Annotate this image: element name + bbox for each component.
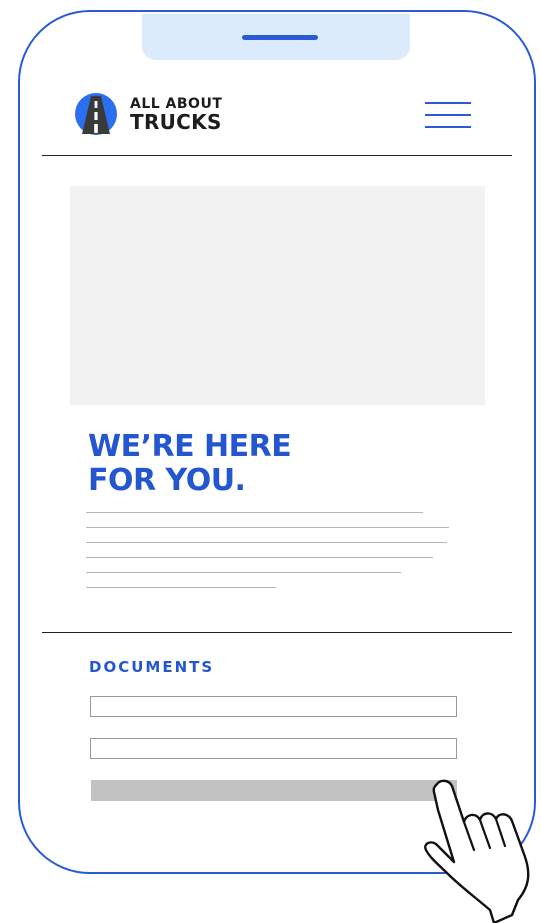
brand-name-bottom: TRUCKS <box>130 110 222 134</box>
body-text-line <box>86 572 401 573</box>
hero-image-placeholder <box>70 186 485 405</box>
body-text-line <box>86 587 276 588</box>
brand-logo[interactable]: ALL ABOUT TRUCKS <box>74 92 274 140</box>
notch-bar <box>242 35 318 40</box>
body-text-line <box>86 557 433 558</box>
document-field-2[interactable] <box>90 738 457 759</box>
documents-submit-button[interactable] <box>91 780 457 801</box>
menu-line <box>425 114 471 116</box>
body-text-line <box>86 527 449 528</box>
page-headline: WE’RE HERE FOR YOU. <box>88 430 388 498</box>
documents-heading: DOCUMENTS <box>89 658 215 676</box>
headline-line-2: FOR YOU. <box>88 463 246 498</box>
menu-line <box>425 102 471 104</box>
header-divider <box>42 155 512 156</box>
hand-pointer-icon <box>424 779 530 923</box>
menu-line <box>425 126 471 128</box>
section-divider <box>42 632 512 633</box>
body-text-line <box>86 512 423 513</box>
hamburger-menu-icon[interactable] <box>425 102 471 128</box>
document-field-1[interactable] <box>90 696 457 717</box>
headline-line-1: WE’RE HERE <box>88 429 292 464</box>
road-icon <box>75 93 117 135</box>
body-text-line <box>86 542 447 543</box>
phone-notch <box>142 14 410 60</box>
